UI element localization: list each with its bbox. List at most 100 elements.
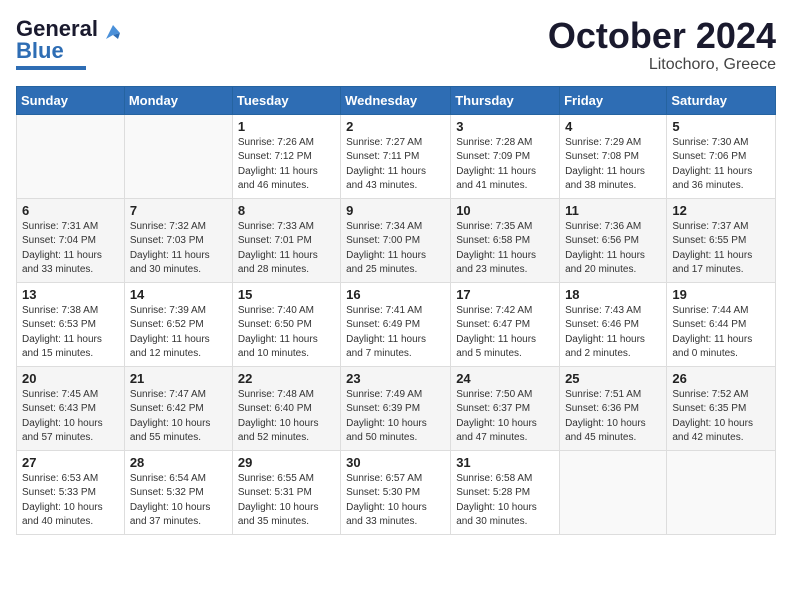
day-info: Sunrise: 6:55 AM Sunset: 5:31 PM Dayligh… xyxy=(238,472,335,530)
day-number: 20 xyxy=(22,371,119,386)
day-number: 13 xyxy=(22,287,119,302)
day-info: Sunrise: 7:37 AM Sunset: 6:55 PM Dayligh… xyxy=(672,220,770,278)
day-number: 4 xyxy=(565,119,661,134)
calendar-cell: 5 Sunrise: 7:30 AM Sunset: 7:06 PM Daylig… xyxy=(667,114,776,198)
day-number: 28 xyxy=(130,455,227,470)
calendar-week-3: 13 Sunrise: 7:38 AM Sunset: 6:53 PM Dayli… xyxy=(17,282,776,366)
logo-bird-icon xyxy=(104,23,122,41)
day-number: 17 xyxy=(456,287,554,302)
day-info: Sunrise: 7:27 AM Sunset: 7:11 PM Dayligh… xyxy=(346,136,445,194)
page-header: General Blue October 2024 Litochoro, Gre… xyxy=(16,16,776,74)
day-number: 23 xyxy=(346,371,445,386)
calendar-cell: 1Sunrise: 7:26 AM Sunset: 7:12 PM Daylig… xyxy=(232,114,340,198)
day-info: Sunrise: 7:33 AM Sunset: 7:01 PM Dayligh… xyxy=(238,220,335,278)
day-number: 15 xyxy=(238,287,335,302)
weekday-header-sunday: Sunday xyxy=(17,86,125,114)
day-number: 12 xyxy=(672,203,770,218)
weekday-header-tuesday: Tuesday xyxy=(232,86,340,114)
day-info: Sunrise: 7:29 AM Sunset: 7:08 PM Dayligh… xyxy=(565,136,661,194)
day-number: 10 xyxy=(456,203,554,218)
day-number: 24 xyxy=(456,371,554,386)
calendar-cell: 17 Sunrise: 7:42 AM Sunset: 6:47 PM Dayli… xyxy=(451,282,560,366)
weekday-header-thursday: Thursday xyxy=(451,86,560,114)
calendar-cell: 24 Sunrise: 7:50 AM Sunset: 6:37 PM Dayli… xyxy=(451,366,560,450)
calendar-cell: 22Sunrise: 7:48 AM Sunset: 6:40 PM Dayli… xyxy=(232,366,340,450)
calendar-cell: 31Sunrise: 6:58 AM Sunset: 5:28 PM Dayli… xyxy=(451,450,560,534)
calendar-cell: 18 Sunrise: 7:43 AM Sunset: 6:46 PM Dayli… xyxy=(560,282,667,366)
calendar-cell: 12 Sunrise: 7:37 AM Sunset: 6:55 PM Dayli… xyxy=(667,198,776,282)
calendar-cell: 4 Sunrise: 7:29 AM Sunset: 7:08 PM Daylig… xyxy=(560,114,667,198)
calendar-cell: 7 Sunrise: 7:32 AM Sunset: 7:03 PM Daylig… xyxy=(124,198,232,282)
day-number: 14 xyxy=(130,287,227,302)
day-info: Sunrise: 6:54 AM Sunset: 5:32 PM Dayligh… xyxy=(130,472,227,530)
calendar-cell: 13 Sunrise: 7:38 AM Sunset: 6:53 PM Dayli… xyxy=(17,282,125,366)
day-info: Sunrise: 7:34 AM Sunset: 7:00 PM Dayligh… xyxy=(346,220,445,278)
calendar-cell: 3 Sunrise: 7:28 AM Sunset: 7:09 PM Daylig… xyxy=(451,114,560,198)
calendar-cell: 19Sunrise: 7:44 AM Sunset: 6:44 PM Dayli… xyxy=(667,282,776,366)
day-number: 5 xyxy=(672,119,770,134)
weekday-header-row: SundayMondayTuesdayWednesdayThursdayFrid… xyxy=(17,86,776,114)
day-number: 9 xyxy=(346,203,445,218)
calendar-cell: 8 Sunrise: 7:33 AM Sunset: 7:01 PM Daylig… xyxy=(232,198,340,282)
day-info: Sunrise: 7:50 AM Sunset: 6:37 PM Dayligh… xyxy=(456,388,554,446)
calendar-week-4: 20Sunrise: 7:45 AM Sunset: 6:43 PM Dayli… xyxy=(17,366,776,450)
day-number: 25 xyxy=(565,371,661,386)
day-info: Sunrise: 6:53 AM Sunset: 5:33 PM Dayligh… xyxy=(22,472,119,530)
day-number: 1 xyxy=(238,119,335,134)
logo-text-blue: Blue xyxy=(16,38,64,64)
day-info: Sunrise: 7:43 AM Sunset: 6:46 PM Dayligh… xyxy=(565,304,661,362)
day-info: Sunrise: 7:30 AM Sunset: 7:06 PM Dayligh… xyxy=(672,136,770,194)
calendar-cell: 15 Sunrise: 7:40 AM Sunset: 6:50 PM Dayli… xyxy=(232,282,340,366)
day-info: Sunrise: 7:51 AM Sunset: 6:36 PM Dayligh… xyxy=(565,388,661,446)
weekday-header-saturday: Saturday xyxy=(667,86,776,114)
calendar-cell: 2 Sunrise: 7:27 AM Sunset: 7:11 PM Daylig… xyxy=(341,114,451,198)
calendar-cell: 28 Sunrise: 6:54 AM Sunset: 5:32 PM Dayli… xyxy=(124,450,232,534)
day-number: 7 xyxy=(130,203,227,218)
title-block: October 2024 Litochoro, Greece xyxy=(548,16,776,74)
calendar-cell: 25 Sunrise: 7:51 AM Sunset: 6:36 PM Dayli… xyxy=(560,366,667,450)
calendar-week-1: 1Sunrise: 7:26 AM Sunset: 7:12 PM Daylig… xyxy=(17,114,776,198)
logo: General Blue xyxy=(16,16,122,70)
day-number: 19 xyxy=(672,287,770,302)
day-info: Sunrise: 7:48 AM Sunset: 6:40 PM Dayligh… xyxy=(238,388,335,446)
day-number: 11 xyxy=(565,203,661,218)
calendar-cell: 6Sunrise: 7:31 AM Sunset: 7:04 PM Daylig… xyxy=(17,198,125,282)
calendar-cell: 14 Sunrise: 7:39 AM Sunset: 6:52 PM Dayli… xyxy=(124,282,232,366)
weekday-header-wednesday: Wednesday xyxy=(341,86,451,114)
calendar-cell: 10Sunrise: 7:35 AM Sunset: 6:58 PM Dayli… xyxy=(451,198,560,282)
day-info: Sunrise: 7:42 AM Sunset: 6:47 PM Dayligh… xyxy=(456,304,554,362)
calendar-cell: 16 Sunrise: 7:41 AM Sunset: 6:49 PM Dayli… xyxy=(341,282,451,366)
day-number: 27 xyxy=(22,455,119,470)
calendar-cell: 29 Sunrise: 6:55 AM Sunset: 5:31 PM Dayli… xyxy=(232,450,340,534)
day-info: Sunrise: 7:41 AM Sunset: 6:49 PM Dayligh… xyxy=(346,304,445,362)
calendar-cell: 23Sunrise: 7:49 AM Sunset: 6:39 PM Dayli… xyxy=(341,366,451,450)
day-number: 2 xyxy=(346,119,445,134)
day-number: 8 xyxy=(238,203,335,218)
day-info: Sunrise: 7:39 AM Sunset: 6:52 PM Dayligh… xyxy=(130,304,227,362)
day-info: Sunrise: 7:52 AM Sunset: 6:35 PM Dayligh… xyxy=(672,388,770,446)
weekday-header-friday: Friday xyxy=(560,86,667,114)
day-info: Sunrise: 7:38 AM Sunset: 6:53 PM Dayligh… xyxy=(22,304,119,362)
calendar-cell: 27 Sunrise: 6:53 AM Sunset: 5:33 PM Dayli… xyxy=(17,450,125,534)
day-info: Sunrise: 6:57 AM Sunset: 5:30 PM Dayligh… xyxy=(346,472,445,530)
logo-underline xyxy=(16,66,86,70)
weekday-header-monday: Monday xyxy=(124,86,232,114)
day-number: 29 xyxy=(238,455,335,470)
day-number: 16 xyxy=(346,287,445,302)
day-info: Sunrise: 7:36 AM Sunset: 6:56 PM Dayligh… xyxy=(565,220,661,278)
calendar-cell: 21Sunrise: 7:47 AM Sunset: 6:42 PM Dayli… xyxy=(124,366,232,450)
day-number: 18 xyxy=(565,287,661,302)
calendar-cell: 30 Sunrise: 6:57 AM Sunset: 5:30 PM Dayli… xyxy=(341,450,451,534)
day-number: 31 xyxy=(456,455,554,470)
day-info: Sunrise: 7:32 AM Sunset: 7:03 PM Dayligh… xyxy=(130,220,227,278)
day-number: 3 xyxy=(456,119,554,134)
location-title: Litochoro, Greece xyxy=(548,56,776,74)
calendar-cell: 11 Sunrise: 7:36 AM Sunset: 6:56 PM Dayli… xyxy=(560,198,667,282)
month-title: October 2024 xyxy=(548,16,776,56)
calendar-cell xyxy=(667,450,776,534)
day-number: 30 xyxy=(346,455,445,470)
day-info: Sunrise: 7:47 AM Sunset: 6:42 PM Dayligh… xyxy=(130,388,227,446)
calendar-cell: 9 Sunrise: 7:34 AM Sunset: 7:00 PM Daylig… xyxy=(341,198,451,282)
day-info: Sunrise: 7:40 AM Sunset: 6:50 PM Dayligh… xyxy=(238,304,335,362)
day-info: Sunrise: 7:28 AM Sunset: 7:09 PM Dayligh… xyxy=(456,136,554,194)
